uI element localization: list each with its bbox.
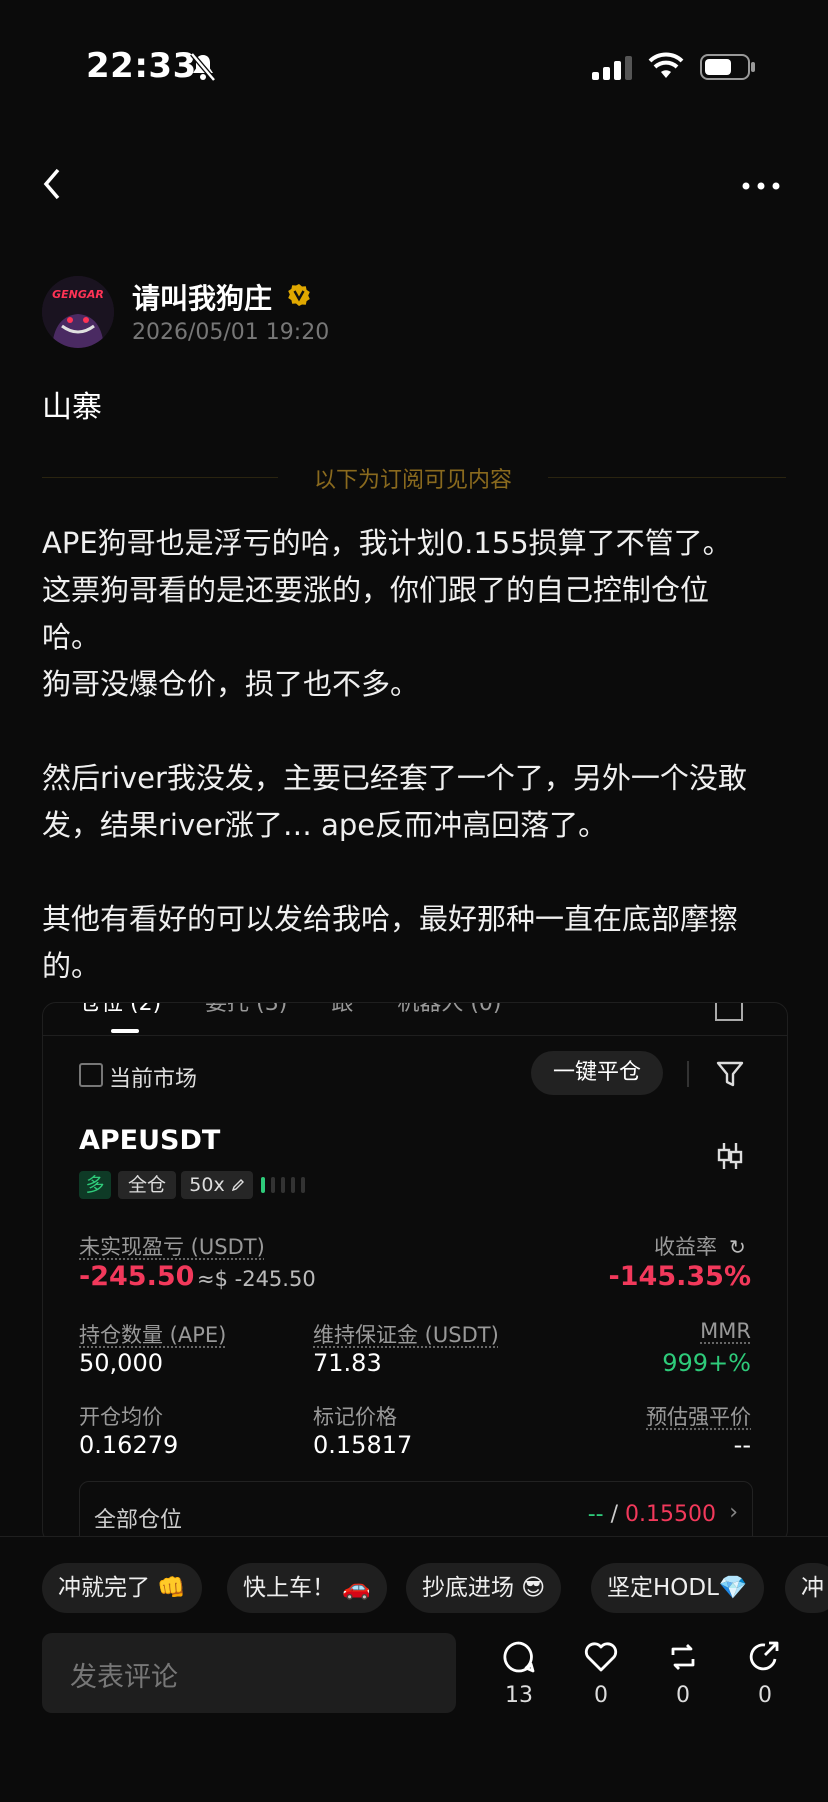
maint-margin-label: 维持保证金 (USDT): [313, 1323, 499, 1347]
maint-margin-value: 71.83: [313, 1349, 382, 1377]
share-count: 0: [758, 1683, 772, 1708]
upnl-approx: ≈$ -245.50: [197, 1267, 316, 1291]
share-button[interactable]: 0: [735, 1639, 795, 1708]
back-button[interactable]: [40, 166, 64, 212]
comment-input[interactable]: 发表评论: [42, 1633, 456, 1713]
like-button[interactable]: 0: [571, 1639, 631, 1708]
chevron-right-icon: ›: [729, 1500, 738, 1525]
liq-value: --: [733, 1431, 751, 1459]
symbol-name: APEUSDT: [79, 1125, 221, 1156]
roe-value: -145.35%: [608, 1261, 751, 1292]
avatar-image: GENGAR: [42, 276, 114, 348]
all-positions-row: 全部仓位 -- / 0.15500 ›: [79, 1481, 753, 1543]
tab-orders: 委托 (3): [205, 1002, 288, 1016]
entry-value: 0.16279: [79, 1431, 179, 1459]
more-icon: [742, 182, 780, 190]
qty-value: 50,000: [79, 1349, 163, 1377]
all-positions-tpsl: -- / 0.15500: [588, 1502, 716, 1527]
side-badge: 多: [79, 1171, 111, 1199]
current-market-label: 当前市场: [109, 1067, 198, 1092]
close-all-button: 一键平仓: [531, 1051, 663, 1095]
mark-value: 0.15817: [313, 1431, 413, 1459]
refresh-icon: ↻: [729, 1235, 746, 1259]
avatar[interactable]: GENGAR: [42, 276, 114, 348]
card-divider: [43, 1035, 787, 1036]
wifi-icon: [648, 52, 684, 78]
liq-label: 预估强平价: [646, 1405, 751, 1429]
divider-line-left: [42, 477, 278, 478]
filter-icon: [716, 1061, 744, 1087]
repost-icon: [671, 1644, 695, 1670]
quick-reply-1[interactable]: 冲就完了 👊: [42, 1563, 202, 1613]
author-name[interactable]: 请叫我狗庄: [132, 277, 272, 317]
tab-copy: 跟: [331, 1002, 354, 1016]
mmr-label: MMR: [700, 1319, 751, 1343]
bottom-bar: 冲就完了 👊 快上车！ 🚗 抄底进场 😎 坚定HODL💎 冲 发表评论 13 0…: [0, 1536, 828, 1802]
mmr-value: 999+%: [662, 1349, 751, 1377]
comment-button[interactable]: 13: [489, 1639, 549, 1708]
margin-mode-badge: 全仓: [118, 1171, 176, 1199]
comment-icon: [503, 1641, 535, 1673]
all-sep: /: [610, 1502, 619, 1527]
battery-icon: [700, 54, 755, 80]
like-count: 0: [594, 1683, 608, 1708]
upnl-value: -245.50: [79, 1261, 195, 1292]
roe-label: 收益率: [654, 1235, 717, 1259]
quick-reply-3[interactable]: 抄底进场 😎: [406, 1563, 562, 1613]
risk-meter: [261, 1177, 305, 1193]
bell-muted-icon: [190, 52, 216, 82]
status-time: 22:33: [86, 46, 197, 86]
tab-positions: 仓位 (2): [79, 1002, 162, 1016]
leverage-badge: 50x: [181, 1171, 253, 1199]
post-tag[interactable]: 山寨: [42, 382, 102, 426]
avatar-text: GENGAR: [52, 288, 104, 301]
export-icon: [715, 1003, 743, 1021]
upnl-label: 未实现盈亏 (USDT): [79, 1235, 265, 1259]
share-icon: [749, 1641, 779, 1671]
all-sl: 0.15500: [625, 1502, 716, 1527]
mark-label: 标记价格: [313, 1405, 397, 1429]
adjust-icon: [717, 1143, 743, 1169]
quick-reply-5[interactable]: 冲: [785, 1563, 828, 1613]
repost-count: 0: [676, 1683, 690, 1708]
active-tab-underline: [111, 1029, 139, 1033]
entry-label: 开仓均价: [79, 1405, 163, 1429]
tab-bots: 机器人 (0): [397, 1002, 502, 1016]
signal-icon: [592, 56, 632, 80]
all-tp: --: [587, 1502, 604, 1527]
quick-reply-4[interactable]: 坚定HODL💎: [591, 1563, 764, 1613]
post-timestamp: 2026/05/01 19:20: [132, 320, 330, 345]
comment-placeholder: 发表评论: [70, 1662, 178, 1693]
all-positions-label: 全部仓位: [94, 1508, 183, 1533]
comment-count: 13: [505, 1683, 533, 1708]
verified-badge-icon: [288, 284, 310, 306]
divider-line-right: [548, 477, 786, 478]
more-button[interactable]: [740, 160, 782, 201]
repost-button[interactable]: 0: [653, 1639, 713, 1708]
leverage-value: 50x: [189, 1174, 225, 1196]
card-tabs: 仓位 (2) 委托 (3) 跟 机器人 (0): [79, 1002, 502, 1017]
toolbar-separator: [687, 1061, 689, 1087]
heart-icon: [584, 1642, 618, 1672]
position-card-image[interactable]: 仓位 (2) 委托 (3) 跟 机器人 (0) 当前市场 一键平仓 APEUSD…: [42, 1002, 788, 1544]
edit-icon: [231, 1179, 244, 1192]
post-body: APE狗哥也是浮亏的哈，我计划0.155损算了不管了。 这票狗哥看的是还要涨的，…: [42, 526, 747, 983]
quick-reply-2[interactable]: 快上车！ 🚗: [227, 1563, 387, 1613]
subscriber-divider-text: 以下为订阅可见内容: [313, 468, 512, 493]
current-market-checkbox: [79, 1063, 103, 1087]
chevron-left-icon: [43, 168, 60, 200]
qty-label: 持仓数量 (APE): [79, 1323, 227, 1347]
